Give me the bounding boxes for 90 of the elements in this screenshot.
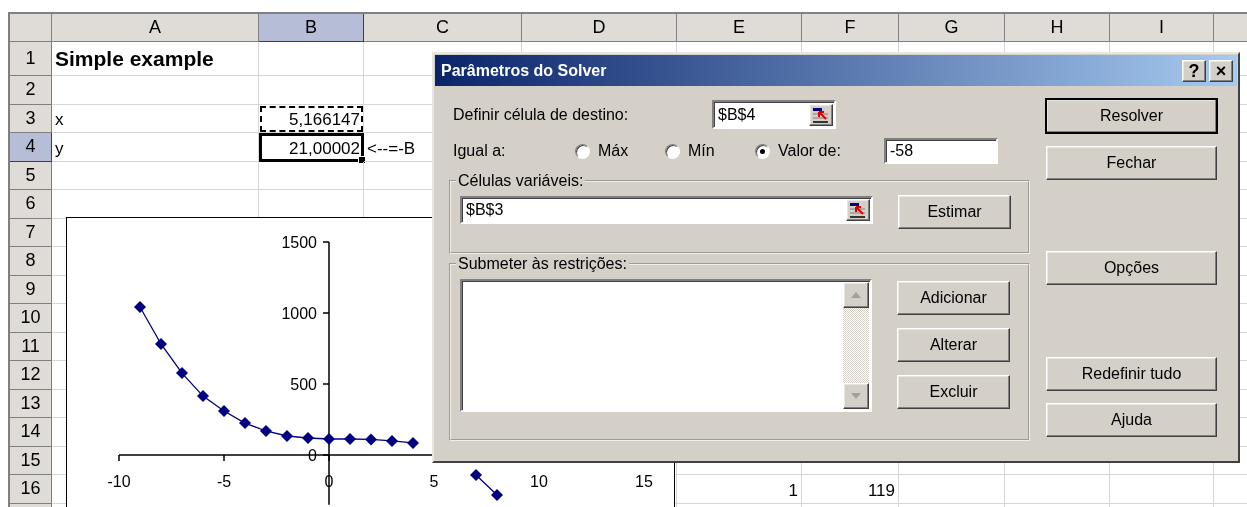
column-header[interactable]: A [52,14,259,42]
column-header[interactable]: E [677,14,802,42]
delete-button[interactable]: Excluir [897,375,1010,409]
options-button[interactable]: Opções [1046,251,1217,285]
data-point [407,436,419,449]
scroll-up-button[interactable] [843,282,869,308]
close-button[interactable]: × [1209,59,1233,82]
column-header[interactable]: I [1110,14,1214,42]
group-label: Submeter às restrições: [457,255,628,273]
column-header[interactable]: C [364,14,522,42]
cell-range-icon [812,106,830,123]
row-header[interactable]: 1 [10,42,52,76]
data-point [218,405,230,417]
down-arrow-icon [851,393,861,399]
column-header[interactable]: G [899,14,1005,42]
table-cell: 21,00002 [259,133,364,162]
table-cell: 5,166147 [259,104,364,133]
radio-indicator[interactable] [665,143,680,159]
data-point [281,429,293,442]
row-header[interactable]: 12 [10,361,52,390]
data-point [197,390,209,403]
radio-option[interactable]: Valor de: [755,142,884,160]
data-point [239,417,251,430]
constraints-list[interactable] [460,279,872,412]
data-point [491,489,503,502]
solve-button[interactable]: Resolver [1046,99,1217,133]
data-point [323,432,335,445]
help-dialog-button[interactable]: Ajuda [1046,403,1217,437]
row-header[interactable]: 2 [10,76,52,105]
row-header[interactable]: 10 [10,304,52,333]
range-select-button[interactable] [809,103,833,126]
table-cell: 1 [677,475,802,504]
row-header[interactable]: 5 [10,161,52,190]
range-select-button[interactable] [846,199,870,221]
field-label: Igual a: [452,142,507,160]
field-label: Definir célula de destino: [452,105,630,124]
up-arrow-icon [851,292,861,298]
window-title: Parâmetros do Solver [441,61,608,80]
data-point [260,425,272,437]
column-header[interactable]: B [259,14,364,42]
column-header[interactable]: D [522,14,677,42]
axis-tick-label: 10 [530,473,548,490]
data-point [302,431,314,444]
radio-option[interactable]: Mín [665,142,755,160]
data-point [176,367,188,380]
help-button[interactable]: ? [1182,59,1206,82]
select-all-corner[interactable] [10,14,52,42]
axis-tick-label: 1500 [281,234,317,251]
estimate-button[interactable]: Estimar [898,195,1011,229]
fill-handle[interactable] [358,155,366,164]
row-header[interactable]: 6 [10,190,52,219]
column-header[interactable]: F [802,14,899,42]
cell-range-icon [849,202,867,218]
scroll-down-button[interactable] [843,383,869,409]
data-point [470,469,482,481]
axis-tick-label: 5 [429,473,439,490]
input-field[interactable]: $B$3 [460,196,873,224]
row-header[interactable]: 4 [10,133,52,162]
axis-tick-label: 1000 [281,305,317,322]
row-header[interactable]: 7 [10,218,52,247]
data-point [134,301,146,314]
change-button[interactable]: Alterar [897,328,1010,362]
group-label: Células variáveis: [457,172,585,190]
table-cell: y [52,133,259,162]
row-header[interactable]: 16 [10,475,52,504]
axis-tick-label: -5 [216,473,232,490]
data-point [365,433,377,446]
row-header[interactable]: 8 [10,247,52,276]
data-point [344,432,356,445]
row-header[interactable]: 13 [10,389,52,418]
add-button[interactable]: Adicionar [897,281,1010,315]
column-header[interactable]: H [1005,14,1110,42]
table-cell: x [52,104,259,133]
axis-tick-label: -10 [107,473,131,490]
row-header[interactable]: 15 [10,446,52,475]
row-header[interactable]: 11 [10,332,52,361]
input-field[interactable]: -58 [884,138,998,164]
input-field[interactable]: $B$4 [712,100,836,129]
reset-all-button[interactable]: Redefinir tudo [1046,357,1217,391]
table-cell: 119 [802,475,899,504]
axis-tick-label: 15 [635,473,653,490]
data-point [155,337,167,350]
close-dialog-button[interactable]: Fechar [1046,146,1217,180]
table-cell: Simple example [52,42,259,76]
row-header[interactable]: 9 [10,275,52,304]
row-header[interactable]: 3 [10,104,52,133]
axis-tick-label: 500 [290,376,317,393]
row-header[interactable]: 14 [10,418,52,447]
data-point [386,434,398,447]
radio-option[interactable]: Máx [575,142,665,160]
